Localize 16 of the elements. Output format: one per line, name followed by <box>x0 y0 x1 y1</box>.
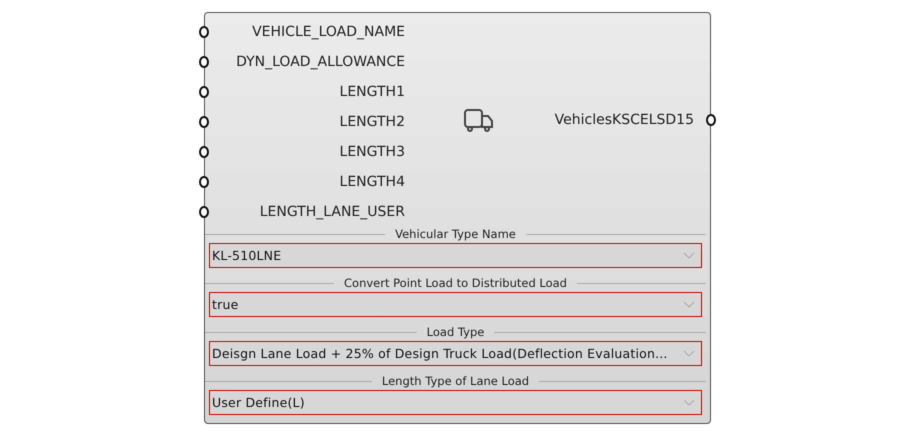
dropdown-label: Vehicular Type Name <box>395 227 516 241</box>
dropdown[interactable]: User Define(L) <box>209 390 702 415</box>
dropdown-label: Convert Point Load to Distributed Load <box>344 276 567 290</box>
input-label: LENGTH3 <box>338 144 405 160</box>
input-label: LENGTH_LANE_USER <box>258 204 405 220</box>
input-label: LENGTH4 <box>338 174 405 190</box>
output-label: VehiclesKSCELSD15 <box>554 112 694 128</box>
dropdown[interactable]: KL-510LNE <box>209 243 702 268</box>
input-label: LENGTH2 <box>338 114 405 130</box>
dropdown-label: Load Type <box>426 325 484 339</box>
input-label: DYN_LOAD_ALLOWANCE <box>235 54 405 70</box>
dropdown-label: Length Type of Lane Load <box>382 374 530 388</box>
dropdown[interactable]: true <box>209 292 702 317</box>
dropdown[interactable]: Deisgn Lane Load + 25% of Design Truck Load(Deflection Evaluation... <box>209 341 702 366</box>
input-label: VEHICLE_LOAD_NAME <box>251 24 405 40</box>
input-label: LENGTH1 <box>338 84 405 100</box>
